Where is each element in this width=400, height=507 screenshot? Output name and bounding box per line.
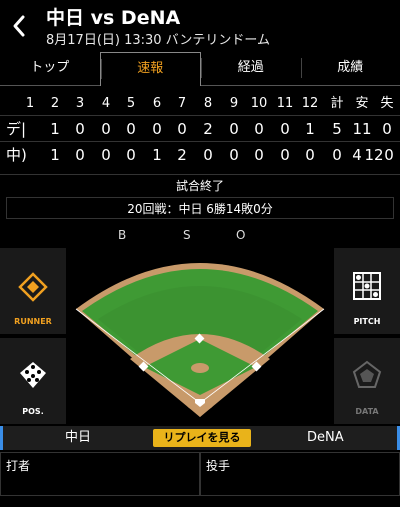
score-cell: 0 xyxy=(75,120,85,138)
tab-top[interactable]: トップ xyxy=(0,52,100,86)
runner-button[interactable]: RUNNER xyxy=(0,248,66,334)
score-cell: 11 xyxy=(352,120,372,138)
game-status: 試合終了 xyxy=(0,174,400,196)
score-cell: 0 xyxy=(280,120,290,138)
replay-button[interactable]: リプレイを見る xyxy=(153,429,251,447)
scoreboard: 1 2 3 4 5 6 7 8 9 10 11 12 計安失 デ| 1 0 0 0 0 0 2 0 0 0 1 5 11 0 中)… xyxy=(0,93,400,167)
total-header: 計 xyxy=(330,96,344,111)
runner-diamond-icon xyxy=(18,272,48,302)
total-header: 失 xyxy=(380,96,394,111)
score-cell: 0 xyxy=(280,146,290,164)
score-cell: 0 xyxy=(384,146,394,164)
score-cell: 0 xyxy=(126,146,136,164)
score-cell: 0 xyxy=(152,120,162,138)
strike-count-label: S xyxy=(183,228,191,242)
score-cell: 0 xyxy=(229,120,239,138)
score-cell: 0 xyxy=(305,146,315,164)
score-cell: 0 xyxy=(254,146,264,164)
inning-header: 8 xyxy=(203,96,213,111)
score-cell: 0 xyxy=(382,120,392,138)
score-cell: 5 xyxy=(332,120,342,138)
header: 中日 vs DeNA 8月17日(日) 13:30 バンテリンドーム xyxy=(0,0,400,52)
series-record: 20回戦：中日 6勝14敗0分 xyxy=(6,197,394,219)
out-count-label: O xyxy=(236,228,246,242)
score-cell: 2 xyxy=(203,120,213,138)
inning-header: 11 xyxy=(276,96,294,111)
score-cell: 0 xyxy=(101,120,111,138)
score-cell: 0 xyxy=(101,146,111,164)
game-info: 8月17日(日) 13:30 バンテリンドーム xyxy=(46,33,270,48)
score-cell: 0 xyxy=(254,120,264,138)
tab-live[interactable]: 速報 xyxy=(99,52,201,86)
data-button[interactable]: DATA xyxy=(334,338,400,424)
total-header: 安 xyxy=(355,96,369,111)
score-cell: 0 xyxy=(126,120,136,138)
score-cell: 0 xyxy=(177,120,187,138)
score-cell: 0 xyxy=(203,146,213,164)
inning-header: 5 xyxy=(126,96,136,111)
scoreboard-row-dena: デ| 1 0 0 0 0 0 2 0 0 0 1 5 11 0 xyxy=(0,115,400,141)
ball-count-label: B xyxy=(118,228,127,242)
home-team-name: 中日 xyxy=(65,430,92,445)
position-icon xyxy=(20,362,46,388)
score-cell: 1 xyxy=(305,120,315,138)
score-cell: 0 xyxy=(332,146,342,164)
batter-label: 打者 xyxy=(6,459,31,473)
team-abbr: 中) xyxy=(6,146,27,164)
score-cell: 0 xyxy=(229,146,239,164)
score-cell: 1 xyxy=(152,146,162,164)
team-bar: 中日 リプレイを見る DeNA xyxy=(0,426,400,450)
pitch-grid-icon xyxy=(353,272,381,300)
inning-header: 1 xyxy=(25,96,35,111)
batter-panel: 打者 xyxy=(0,452,200,496)
page-title: 中日 vs DeNA xyxy=(46,7,181,29)
score-cell: 1 xyxy=(50,146,60,164)
score-cell: 2 xyxy=(177,146,187,164)
tab-progress[interactable]: 経過 xyxy=(201,52,301,86)
inning-header: 12 xyxy=(301,96,319,111)
inning-header: 3 xyxy=(75,96,85,111)
score-cell: 0 xyxy=(75,146,85,164)
pitch-button[interactable]: PITCH xyxy=(334,248,400,334)
position-button[interactable]: POS. xyxy=(0,338,66,424)
baseball-field xyxy=(70,247,330,425)
scoreboard-row-chunichi: 中) 1 0 0 0 1 2 0 0 0 0 0 0 4 12 0 xyxy=(0,141,400,167)
team-abbr: デ| xyxy=(6,120,27,138)
score-cell: 1 xyxy=(50,120,60,138)
inning-header: 4 xyxy=(101,96,111,111)
batter-pitcher-panel: 打者 投手 xyxy=(0,452,400,507)
tab-stats[interactable]: 成績 xyxy=(300,52,400,86)
scoreboard-header: 1 2 3 4 5 6 7 8 9 10 11 12 計安失 xyxy=(0,93,400,115)
inning-header: 2 xyxy=(50,96,60,111)
tab-bar: トップ 速報 経過 成績 xyxy=(0,52,400,86)
inning-header: 10 xyxy=(250,96,268,111)
back-arrow-icon[interactable] xyxy=(10,12,30,40)
data-pentagon-icon xyxy=(352,360,382,388)
inning-header: 6 xyxy=(152,96,162,111)
pitcher-panel: 投手 xyxy=(200,452,400,496)
inning-header: 7 xyxy=(177,96,187,111)
pitcher-label: 投手 xyxy=(206,459,231,473)
inning-header: 9 xyxy=(229,96,239,111)
away-team-name: DeNA xyxy=(307,430,344,445)
